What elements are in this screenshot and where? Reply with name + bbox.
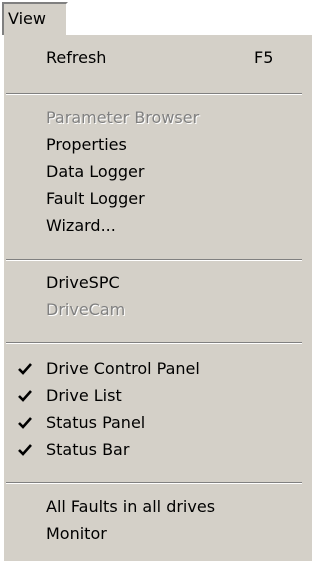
checkmark-icon bbox=[18, 363, 32, 375]
menu-bar: View bbox=[0, 0, 304, 36]
menu-separator bbox=[6, 482, 302, 484]
menu-item-label: DriveCam bbox=[46, 300, 126, 319]
menu-item-refresh[interactable]: Refresh F5 bbox=[4, 41, 312, 75]
menu-item-label: Status Panel bbox=[46, 413, 146, 432]
menu-item-drivecam: DriveCam bbox=[4, 293, 312, 327]
menu-separator bbox=[6, 342, 302, 344]
menu-item-label: Status Bar bbox=[46, 440, 130, 459]
menu-item-label: Data Logger bbox=[46, 162, 145, 181]
checkmark-icon bbox=[18, 444, 32, 456]
menu-item-status-bar[interactable]: Status Bar bbox=[4, 433, 312, 467]
menu-item-label: Parameter Browser bbox=[46, 108, 200, 127]
menu-item-label: DriveSPC bbox=[46, 273, 120, 292]
checkmark-icon bbox=[18, 390, 32, 402]
menu-separator bbox=[6, 259, 302, 261]
menu-item-label: Refresh bbox=[46, 48, 107, 67]
view-dropdown-menu: Refresh F5 Parameter Browser Properties … bbox=[2, 35, 312, 561]
view-menu[interactable]: View bbox=[2, 2, 68, 35]
checkmark-icon bbox=[18, 417, 32, 429]
menu-item-label: Fault Logger bbox=[46, 189, 145, 208]
menu-item-wizard[interactable]: Wizard... bbox=[4, 209, 312, 243]
menu-item-label: Wizard... bbox=[46, 216, 116, 235]
view-menu-label: View bbox=[8, 9, 46, 28]
shortcut-label: F5 bbox=[254, 48, 274, 67]
menu-item-label: Monitor bbox=[46, 524, 107, 543]
menu-item-monitor[interactable]: Monitor bbox=[4, 517, 312, 551]
menu-item-label: All Faults in all drives bbox=[46, 497, 216, 516]
menu-item-label: Properties bbox=[46, 135, 127, 154]
menu-item-label: Drive Control Panel bbox=[46, 359, 200, 378]
menu-separator bbox=[6, 93, 302, 95]
menu-item-label: Drive List bbox=[46, 386, 122, 405]
